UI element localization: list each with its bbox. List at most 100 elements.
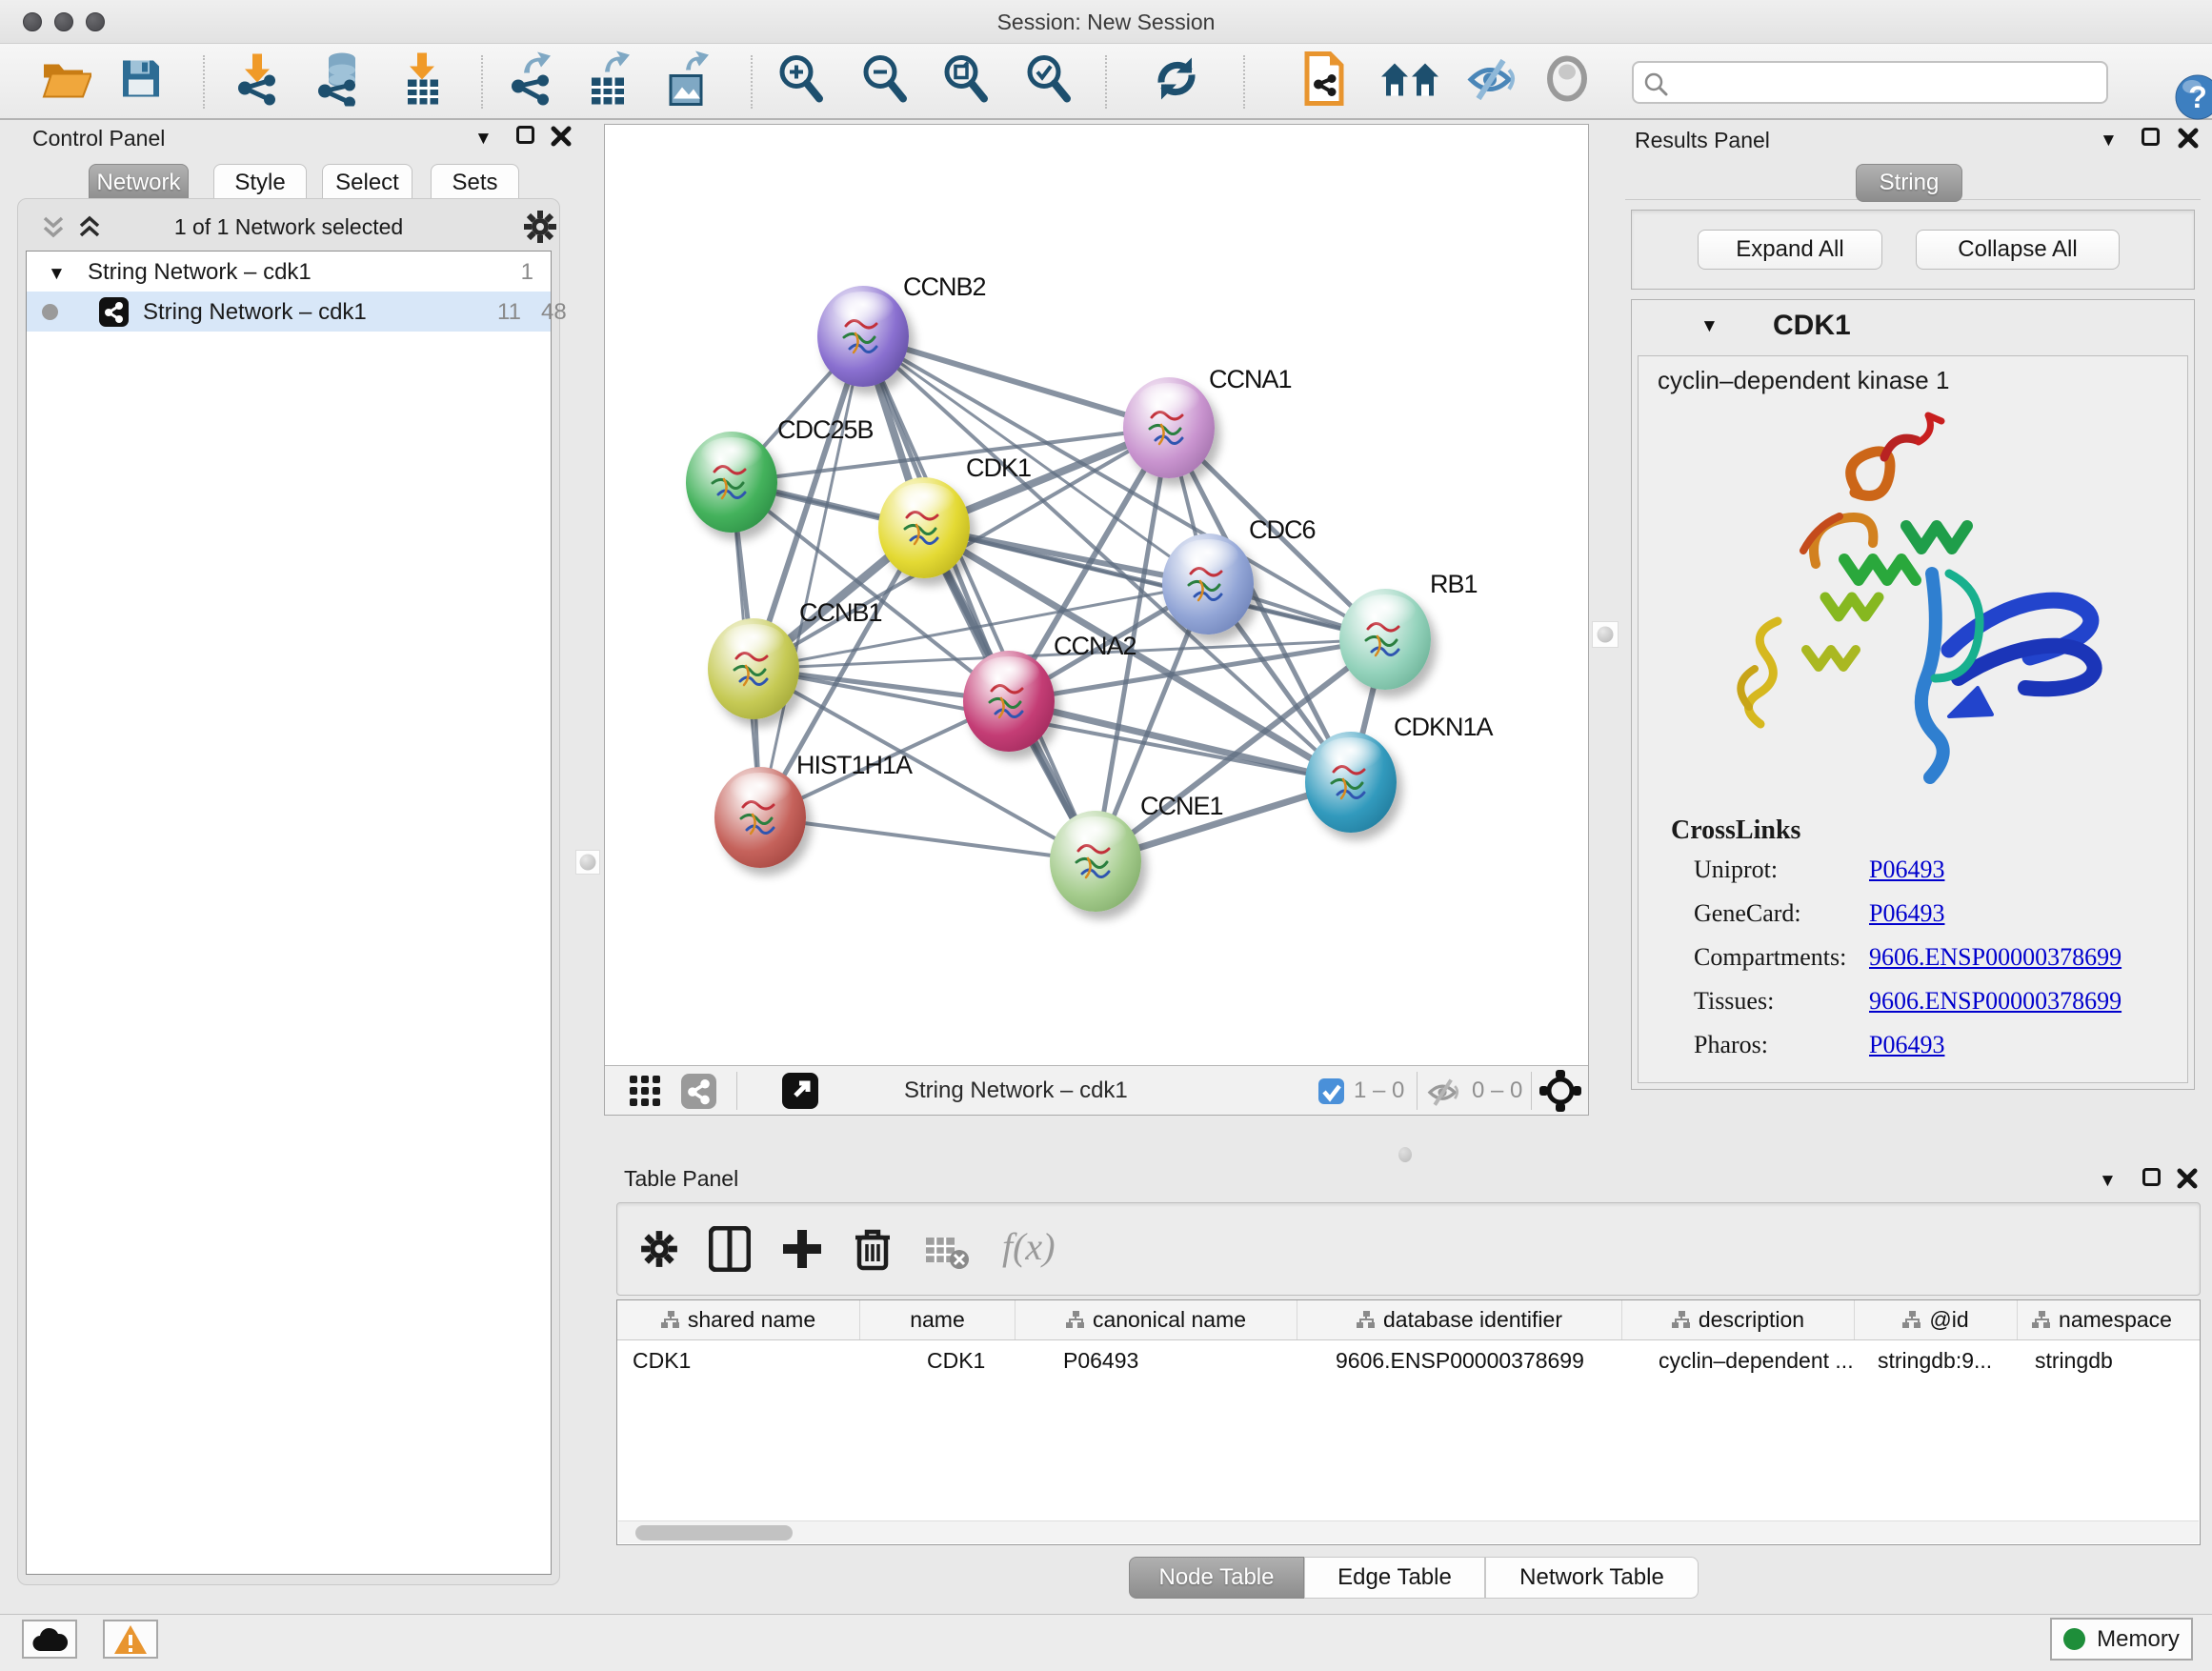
network-node-ccna2[interactable]: [963, 651, 1055, 752]
grid-view-icon[interactable]: [628, 1074, 662, 1108]
collapse-all-button[interactable]: Collapse All: [1916, 230, 2120, 270]
export-network-button[interactable]: [505, 52, 556, 111]
column-header[interactable]: namespace: [2018, 1300, 2186, 1339]
import-table-button[interactable]: [400, 51, 444, 111]
network-view: CCNB2CCNA1CDC25BCDK1CDC6RB1CCNB1CCNA2CDK…: [604, 124, 1589, 1116]
control-panel-collapse-icon[interactable]: ▼: [474, 130, 493, 148]
network-node-ccna1[interactable]: [1123, 377, 1215, 478]
zoom-selected-button[interactable]: [1023, 53, 1073, 110]
control-panel-close-icon[interactable]: [551, 126, 572, 147]
export-image-button[interactable]: [665, 51, 713, 111]
node-label-cdc25b: CDC25B: [777, 415, 874, 445]
tab-string-results[interactable]: String: [1856, 164, 1962, 202]
zoom-out-button[interactable]: [859, 53, 909, 110]
scrollbar-thumb[interactable]: [635, 1525, 793, 1540]
network-canvas[interactable]: CCNB2CCNA1CDC25BCDK1CDC6RB1CCNB1CCNA2CDK…: [605, 125, 1588, 1065]
save-session-button[interactable]: [119, 57, 163, 106]
network-node-hist1h1a[interactable]: [714, 767, 806, 868]
tab-select[interactable]: Select: [322, 164, 412, 202]
network-row-selected[interactable]: String Network – cdk1 11 48: [27, 292, 551, 332]
results-panel-float-icon[interactable]: [2142, 128, 2160, 146]
network-node-cdc6[interactable]: [1162, 534, 1254, 634]
crosslink-compartments-link[interactable]: 9606.ENSP00000378699: [1869, 943, 2122, 972]
hide-selected-button[interactable]: [1465, 55, 1520, 108]
network-node-ccnb1[interactable]: [708, 618, 799, 719]
left-splitter-handle[interactable]: [575, 850, 600, 875]
column-header[interactable]: description: [1622, 1300, 1855, 1339]
table-panel-collapse-icon[interactable]: ▼: [2099, 1172, 2117, 1190]
help-button[interactable]: ?: [2175, 74, 2212, 120]
network-edge[interactable]: [863, 336, 1169, 428]
string-import-button[interactable]: [1299, 50, 1349, 112]
crosslink-pharos-link[interactable]: P06493: [1869, 1031, 1944, 1059]
zoom-fit-button[interactable]: [940, 53, 990, 110]
add-column-icon[interactable]: [781, 1228, 823, 1270]
tab-network-table[interactable]: Network Table: [1485, 1557, 1699, 1599]
control-panel-float-icon[interactable]: [516, 126, 534, 144]
tab-sets[interactable]: Sets: [431, 164, 519, 202]
hidden-eye-slash-icon[interactable]: [1426, 1076, 1462, 1108]
export-table-button[interactable]: [586, 51, 633, 111]
open-session-button[interactable]: [42, 57, 91, 106]
column-header[interactable]: canonical name: [1016, 1300, 1297, 1339]
search-box[interactable]: [1632, 61, 2108, 104]
results-panel-close-icon[interactable]: [2178, 128, 2199, 149]
expand-all-button[interactable]: Expand All: [1698, 230, 1882, 270]
import-network-file-button[interactable]: [231, 52, 283, 111]
birds-eye-icon[interactable]: [681, 1074, 716, 1109]
memory-status-dot: [2063, 1628, 2085, 1650]
network-edge[interactable]: [760, 336, 863, 817]
network-node-ccnb2[interactable]: [817, 286, 909, 387]
column-header[interactable]: name: [860, 1300, 1016, 1339]
entry-detail-box: cyclin–dependent kinase 1: [1638, 355, 2188, 1083]
refresh-view-button[interactable]: [1152, 54, 1201, 109]
node-gloss: [1177, 539, 1238, 572]
table-gear-icon[interactable]: [640, 1230, 678, 1268]
network-edge[interactable]: [863, 336, 1096, 861]
network-node-rb1[interactable]: [1339, 589, 1431, 690]
tree-column-icon: [1066, 1311, 1085, 1329]
zoom-in-button[interactable]: [775, 53, 825, 110]
tab-network[interactable]: Network: [89, 164, 189, 202]
tab-style[interactable]: Style: [213, 164, 307, 202]
options-gear-icon[interactable]: [523, 210, 557, 244]
fit-selected-crosshair-icon[interactable]: [1539, 1070, 1581, 1112]
memory-button[interactable]: Memory: [2050, 1618, 2193, 1661]
table-row[interactable]: CDK1 CDK1 P06493 9606.ENSP00000378699 cy…: [617, 1340, 2200, 1380]
crosslink-tissues-link[interactable]: 9606.ENSP00000378699: [1869, 987, 2122, 1016]
table-panel-float-icon[interactable]: [2142, 1168, 2161, 1186]
search-input[interactable]: [1676, 65, 2095, 100]
warnings-button[interactable]: [103, 1620, 158, 1659]
delete-column-icon[interactable]: [854, 1226, 892, 1272]
status-separator: [1531, 1072, 1532, 1110]
horizontal-scrollbar[interactable]: [618, 1520, 2199, 1543]
crosslink-uniprot-link[interactable]: P06493: [1869, 856, 1944, 884]
cloud-button[interactable]: [22, 1620, 77, 1659]
network-node-ccne1[interactable]: [1050, 811, 1141, 912]
network-node-cdk1[interactable]: [878, 477, 970, 578]
status-separator: [1417, 1072, 1418, 1110]
tab-node-table[interactable]: Node Table: [1129, 1557, 1304, 1599]
table-panel-close-icon[interactable]: [2177, 1168, 2198, 1189]
network-node-cdkn1a[interactable]: [1305, 732, 1397, 833]
show-columns-icon[interactable]: [709, 1226, 751, 1272]
results-panel-collapse-icon[interactable]: ▼: [2100, 131, 2118, 150]
right-splitter-handle[interactable]: [1592, 621, 1619, 648]
selected-nodes-checkbox[interactable]: [1318, 1078, 1344, 1104]
network-node-cdc25b[interactable]: [686, 432, 777, 533]
table-toolbar: f(x): [616, 1202, 2201, 1296]
network-edge[interactable]: [760, 817, 1096, 861]
collection-expand-caret[interactable]: ▼: [48, 265, 66, 283]
column-header[interactable]: shared name: [617, 1300, 860, 1339]
open-in-window-icon[interactable]: [782, 1073, 818, 1109]
zoom-out-icon: [859, 53, 909, 105]
show-hidden-button[interactable]: [1541, 55, 1593, 108]
entry-collapse-caret[interactable]: ▼: [1700, 317, 1719, 335]
tab-edge-table[interactable]: Edge Table: [1304, 1557, 1485, 1599]
crosslink-genecard-link[interactable]: P06493: [1869, 899, 1944, 928]
network-collection-row[interactable]: ▼ String Network – cdk1 1: [27, 252, 551, 292]
home-panels-button[interactable]: [1379, 56, 1440, 107]
column-header[interactable]: database identifier: [1297, 1300, 1622, 1339]
import-network-database-button[interactable]: [313, 51, 369, 111]
column-header[interactable]: @id: [1855, 1300, 2018, 1339]
